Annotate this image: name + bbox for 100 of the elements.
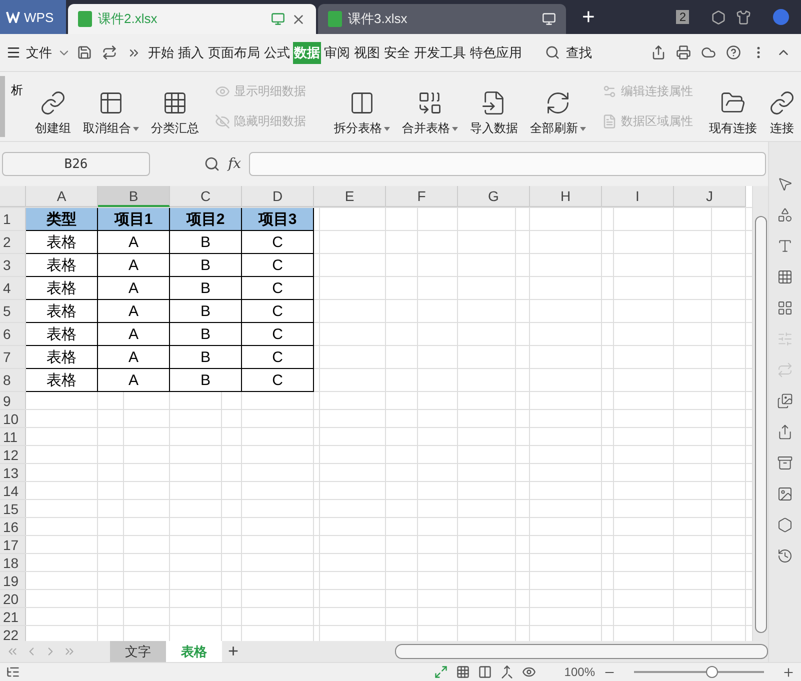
sidebar-tool-icon[interactable] bbox=[777, 269, 793, 285]
menu-tab[interactable]: 审阅 bbox=[323, 42, 351, 64]
row-header[interactable]: 12 bbox=[0, 446, 26, 463]
column-header[interactable]: A bbox=[26, 186, 98, 207]
format-painter-icon[interactable] bbox=[102, 45, 117, 60]
column-header[interactable]: F bbox=[386, 186, 458, 207]
add-sheet-button[interactable]: + bbox=[222, 641, 245, 662]
document-tab[interactable]: 课件3.xlsx bbox=[318, 4, 566, 34]
row-header[interactable]: 20 bbox=[0, 590, 26, 607]
file-menu[interactable]: 文件 bbox=[26, 44, 52, 62]
hexagon-icon[interactable] bbox=[711, 10, 726, 24]
row-header[interactable]: 6 bbox=[0, 323, 26, 345]
ribbon-button[interactable]: 合并表格 bbox=[396, 76, 464, 137]
window-count[interactable]: 2 bbox=[676, 10, 689, 24]
page-break-icon[interactable] bbox=[478, 665, 492, 679]
ribbon-button[interactable]: 全部刷新 bbox=[524, 76, 592, 137]
layout-icon[interactable] bbox=[500, 665, 514, 679]
menu-tab[interactable]: 公式 bbox=[263, 42, 291, 64]
ribbon-button[interactable]: 拆分表格 bbox=[328, 76, 396, 137]
column-header[interactable]: I bbox=[602, 186, 674, 207]
formula-field[interactable] bbox=[249, 152, 766, 176]
search-label[interactable]: 查找 bbox=[566, 44, 592, 62]
row-header[interactable]: 13 bbox=[0, 464, 26, 481]
column-header[interactable]: B bbox=[98, 186, 170, 207]
sidebar-tool-icon[interactable] bbox=[777, 300, 793, 316]
row-header[interactable]: 2 bbox=[0, 231, 26, 253]
table-cell: C bbox=[242, 323, 314, 346]
monitor-icon[interactable] bbox=[542, 12, 556, 26]
menu-tab[interactable]: 安全 bbox=[383, 42, 411, 64]
app-tab[interactable]: WPS bbox=[0, 0, 66, 34]
sheet-tab[interactable]: 文字 bbox=[110, 641, 166, 662]
normal-view-icon[interactable] bbox=[456, 665, 470, 679]
ribbon-button[interactable]: 连接 bbox=[763, 76, 801, 137]
eye-icon[interactable] bbox=[522, 665, 536, 679]
row-header[interactable]: 1 bbox=[0, 208, 26, 230]
function-label[interactable]: fx bbox=[228, 156, 242, 172]
account-avatar[interactable] bbox=[773, 9, 789, 25]
zoom-slider-thumb[interactable] bbox=[706, 666, 718, 678]
new-tab-button[interactable]: + bbox=[568, 4, 609, 34]
sidebar-tool-icon[interactable] bbox=[777, 486, 793, 502]
menu-tab[interactable]: 特色应用 bbox=[469, 42, 523, 64]
ribbon-button[interactable]: 创建组 bbox=[29, 76, 77, 137]
zoom-in-icon[interactable] bbox=[782, 666, 795, 678]
table-cell: B bbox=[170, 346, 242, 369]
ribbon-button[interactable]: 分类汇总 bbox=[145, 76, 205, 137]
fullscreen-icon[interactable] bbox=[434, 665, 448, 679]
column-header[interactable]: H bbox=[530, 186, 602, 207]
menu-tab[interactable]: 页面布局 bbox=[207, 42, 261, 64]
row-header[interactable]: 3 bbox=[0, 254, 26, 276]
row-header[interactable]: 22 bbox=[0, 626, 26, 641]
search-icon[interactable] bbox=[545, 45, 560, 60]
row-header[interactable]: 18 bbox=[0, 554, 26, 571]
row-header[interactable]: 15 bbox=[0, 500, 26, 517]
row-header[interactable]: 21 bbox=[0, 608, 26, 625]
cell-reference-field[interactable]: B26 bbox=[2, 152, 150, 176]
column-header[interactable]: E bbox=[314, 186, 386, 207]
column-header[interactable]: D bbox=[242, 186, 314, 207]
menu-icon[interactable] bbox=[6, 45, 21, 60]
vertical-scrollbar[interactable] bbox=[752, 186, 768, 641]
column-header[interactable]: J bbox=[674, 186, 746, 207]
outline-icon[interactable] bbox=[6, 665, 20, 679]
menu-tab[interactable]: 视图 bbox=[353, 42, 381, 64]
row-header[interactable]: 14 bbox=[0, 482, 26, 499]
menu-tab[interactable]: 插入 bbox=[177, 42, 205, 64]
row-header[interactable]: 10 bbox=[0, 410, 26, 427]
menu-tab[interactable]: 开发工具 bbox=[413, 42, 467, 64]
sidebar-tool-icon[interactable] bbox=[777, 207, 793, 223]
sidebar-tool-icon[interactable] bbox=[777, 517, 793, 533]
row-header[interactable]: 11 bbox=[0, 428, 26, 445]
sidebar-tool-icon[interactable] bbox=[777, 176, 793, 192]
row-header[interactable]: 19 bbox=[0, 572, 26, 589]
sidebar-tool-icon[interactable] bbox=[777, 424, 793, 440]
shirt-icon[interactable] bbox=[736, 10, 751, 24]
share-icon[interactable] bbox=[651, 45, 666, 60]
sidebar-tool-icon[interactable] bbox=[777, 393, 793, 409]
monitor-icon[interactable] bbox=[271, 12, 285, 26]
row-header[interactable]: 7 bbox=[0, 346, 26, 368]
ribbon-button[interactable]: 现有连接 bbox=[703, 76, 763, 137]
sidebar-tool-icon[interactable] bbox=[777, 455, 793, 471]
table-cell: A bbox=[98, 300, 170, 323]
save-icon[interactable] bbox=[77, 45, 92, 60]
menu-tab[interactable]: 开始 bbox=[147, 42, 175, 64]
row-header[interactable]: 9 bbox=[0, 392, 26, 409]
horizontal-scrollbar[interactable] bbox=[394, 644, 768, 659]
ribbon-button[interactable]: 导入数据 bbox=[464, 76, 524, 137]
sidebar-tool-icon[interactable] bbox=[777, 548, 793, 564]
row-header[interactable]: 17 bbox=[0, 536, 26, 553]
row-header[interactable]: 5 bbox=[0, 300, 26, 322]
sidebar-tool-icon[interactable] bbox=[777, 238, 793, 254]
column-header[interactable]: C bbox=[170, 186, 242, 207]
zoom-search-icon[interactable] bbox=[204, 156, 220, 172]
zoom-level[interactable]: 100% bbox=[564, 665, 595, 679]
ribbon-button[interactable]: 取消组合 bbox=[77, 76, 145, 137]
printer-icon[interactable] bbox=[676, 45, 691, 60]
help-icon[interactable] bbox=[726, 45, 741, 60]
row-header[interactable]: 16 bbox=[0, 518, 26, 535]
cloud-icon[interactable] bbox=[701, 45, 716, 60]
row-header[interactable]: 8 bbox=[0, 369, 26, 391]
row-header[interactable]: 4 bbox=[0, 277, 26, 299]
column-header[interactable]: G bbox=[458, 186, 530, 207]
